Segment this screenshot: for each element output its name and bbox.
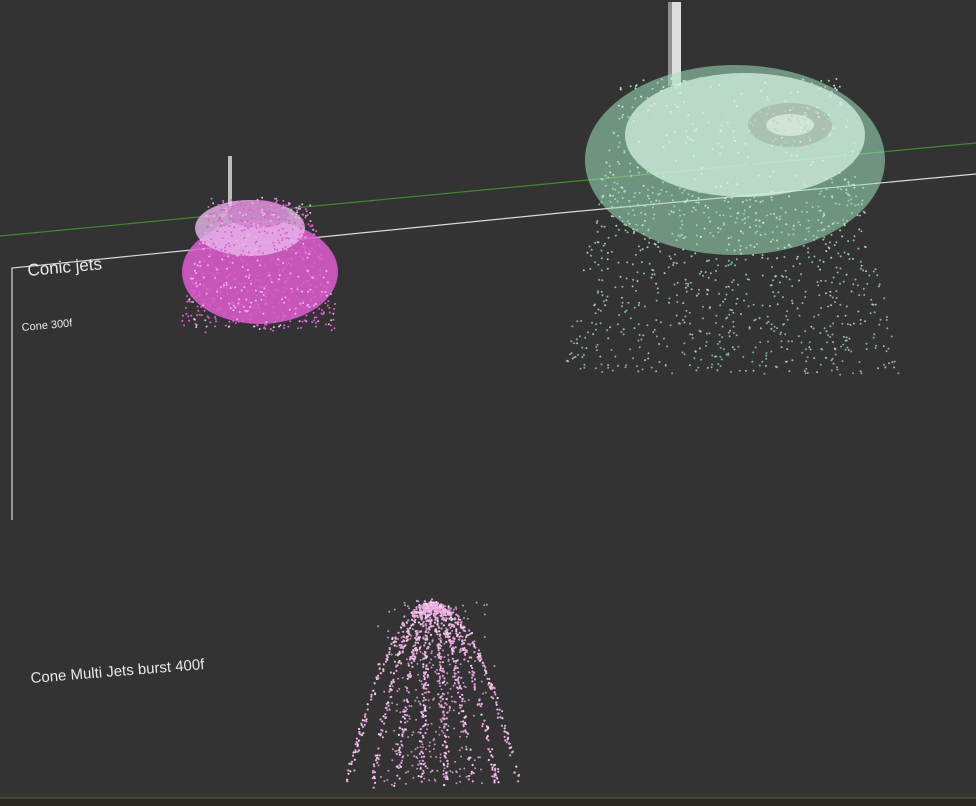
emitter-pole-large-shade <box>668 2 672 86</box>
label-cone-multi-jets: Cone Multi Jets burst 400f <box>30 656 206 687</box>
label-conic-jets: Conic jets <box>27 254 103 280</box>
label-cone-300f: Cone 300f <box>21 317 74 334</box>
emitter-pole-small[interactable] <box>228 156 232 206</box>
viewport-scene: Conic jets Cone 300f Cone Multi Jets bur… <box>0 2 976 806</box>
bottom-strip <box>0 798 976 806</box>
3d-viewport[interactable]: Conic jets Cone 300f Cone Multi Jets bur… <box>0 0 976 806</box>
particle-system-pink-burst[interactable] <box>346 598 521 789</box>
particle-system-mint-cone[interactable] <box>565 65 900 376</box>
particle-system-magenta-cone[interactable] <box>181 196 338 334</box>
